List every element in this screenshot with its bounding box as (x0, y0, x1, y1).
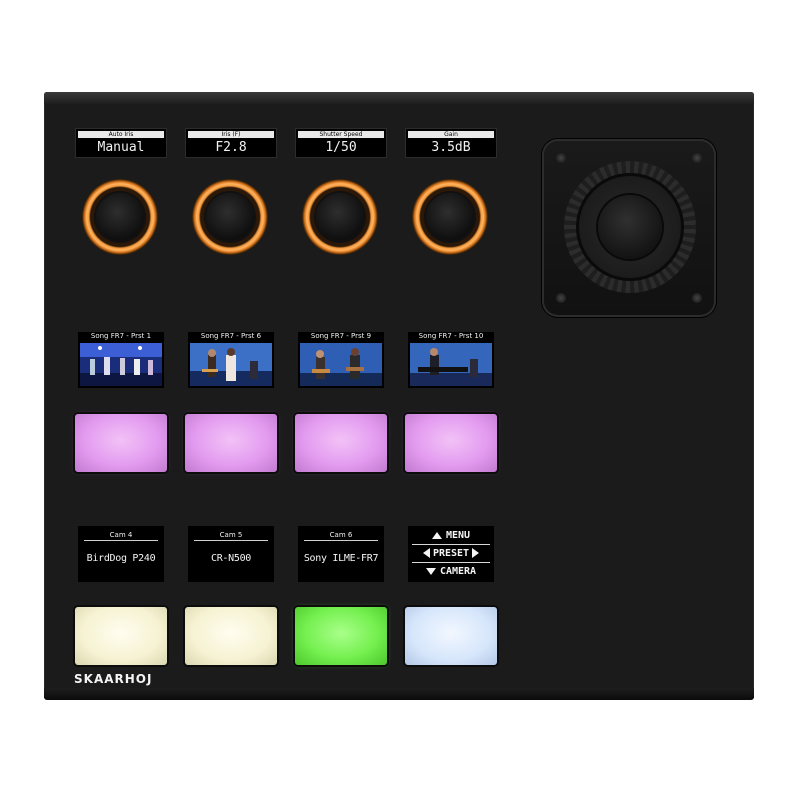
menu-row-camera: CAMERA (412, 564, 490, 579)
left-arrow-icon (422, 548, 430, 558)
preview-label: Song FR7 - Prst 6 (200, 332, 262, 340)
preset-preview-9: Song FR7 - Prst 9 (298, 332, 384, 388)
camera-model: Sony ILME-FR7 (303, 553, 379, 564)
camera-select-button-6[interactable] (295, 607, 387, 665)
display-value: 3.5dB (431, 140, 471, 155)
preview-label: Song FR7 - Prst 10 (418, 332, 484, 340)
preset-recall-button-3[interactable] (295, 414, 387, 472)
preset-preview-6: Song FR7 - Prst 6 (188, 332, 274, 388)
display-shutter-speed: Shutter Speed 1/50 (295, 128, 387, 158)
preview-label: Song FR7 - Prst 9 (310, 332, 372, 340)
ptz-joystick[interactable] (542, 139, 716, 317)
display-label: Iris (F) (188, 131, 274, 138)
up-arrow-icon (431, 531, 442, 539)
display-label: Shutter Speed (298, 131, 384, 138)
right-arrow-icon (472, 548, 480, 558)
camera-display-4: Cam 4 BirdDog P240 (78, 526, 164, 582)
display-label: Gain (408, 131, 494, 138)
iris-knob[interactable] (192, 179, 268, 255)
camera-display-5: Cam 5 CR-N500 (188, 526, 274, 582)
preview-thumbnail (80, 343, 162, 386)
camera-label: CAMERA (439, 566, 477, 577)
menu-divider (412, 562, 490, 563)
knob-cap (316, 193, 364, 241)
camera-label: Cam 6 (304, 530, 378, 541)
preset-recall-button-1[interactable] (75, 414, 167, 472)
joystick-handle[interactable] (598, 195, 662, 259)
preview-label: Song FR7 - Prst 1 (90, 332, 152, 340)
knob-cap (426, 193, 474, 241)
gain-knob[interactable] (412, 179, 488, 255)
camera-model: BirdDog P240 (86, 553, 156, 564)
auto-iris-knob[interactable] (82, 179, 158, 255)
screw-icon (556, 153, 566, 163)
menu-row-menu: MENU (412, 528, 490, 543)
camera-label: Cam 5 (194, 530, 268, 541)
camera-label: Cam 4 (84, 530, 158, 541)
screw-icon (692, 293, 702, 303)
camera-select-button-5[interactable] (185, 607, 277, 665)
camera-display-6: Cam 6 Sony ILME-FR7 (298, 526, 384, 582)
menu-divider (412, 544, 490, 545)
knob-cap (206, 193, 254, 241)
preview-thumbnail (300, 343, 382, 386)
display-auto-iris: Auto Iris Manual (75, 128, 167, 158)
camera-model: CR-N500 (210, 553, 252, 564)
screw-icon (692, 153, 702, 163)
knob-cap (96, 193, 144, 241)
panel-top-edge (44, 92, 754, 104)
menu-button[interactable] (405, 607, 497, 665)
display-label: Auto Iris (78, 131, 164, 138)
preset-recall-button-2[interactable] (185, 414, 277, 472)
preset-preview-10: Song FR7 - Prst 10 (408, 332, 494, 388)
brand-logo: SKAARHOJ (74, 672, 153, 686)
display-gain: Gain 3.5dB (405, 128, 497, 158)
display-value: F2.8 (215, 140, 247, 155)
down-arrow-icon (425, 567, 436, 575)
menu-row-preset: PRESET (412, 546, 490, 561)
preset-preview-1: Song FR7 - Prst 1 (78, 332, 164, 388)
display-iris: Iris (F) F2.8 (185, 128, 277, 158)
display-value: 1/50 (325, 140, 357, 155)
screw-icon (556, 293, 566, 303)
menu-display: MENU PRESET CAMERA (408, 526, 494, 582)
shutter-speed-knob[interactable] (302, 179, 378, 255)
preview-thumbnail (190, 343, 272, 386)
panel-bottom-edge (44, 688, 754, 698)
preview-thumbnail (410, 343, 492, 386)
preset-recall-button-4[interactable] (405, 414, 497, 472)
preset-label: PRESET (432, 548, 470, 559)
display-value: Manual (97, 140, 145, 155)
camera-select-button-4[interactable] (75, 607, 167, 665)
menu-label: MENU (445, 530, 471, 541)
